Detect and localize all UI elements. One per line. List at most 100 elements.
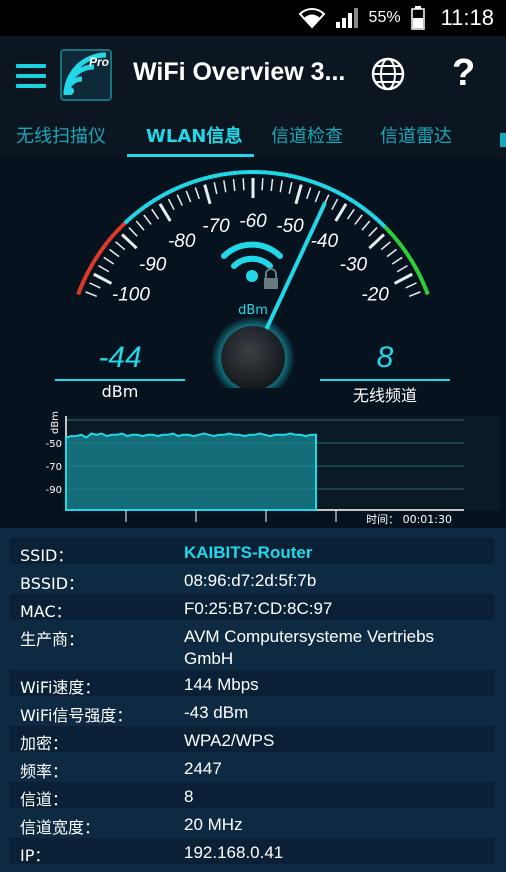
info-label: WiFi信号强度：: [20, 706, 133, 725]
gauge-arc-segment: [316, 181, 323, 188]
info-row-encryption: 加密： WPA2/WPS: [10, 726, 494, 753]
gauge-arc-segment: [143, 202, 150, 209]
wifi-status-icon: [298, 8, 325, 29]
gauge-arc-segment: [119, 221, 127, 229]
gauge-arc-segment: [212, 173, 219, 179]
tab-wlan-info[interactable]: WLAN信息: [146, 122, 242, 148]
tab-channel-check[interactable]: 信道检查: [271, 122, 343, 148]
gauge-tick: [93, 272, 113, 285]
globe-icon[interactable]: [370, 56, 406, 92]
gauge-tick: [380, 241, 391, 251]
gauge-scale-label: -90: [139, 254, 167, 275]
tab-channel-radar[interactable]: 信道雷达: [380, 122, 452, 148]
gauge-tick: [270, 178, 274, 192]
gauge-arc-segment: [399, 244, 406, 252]
info-value: 2447: [184, 759, 222, 778]
menu-icon[interactable]: [16, 64, 46, 88]
gauge-arc-segment: [192, 178, 199, 184]
gauge-arc-segment: [352, 199, 359, 206]
signal-readout-value: -44: [98, 341, 142, 374]
gauge-arc-segment: [364, 208, 372, 215]
info-label: IP：: [20, 846, 51, 865]
signal-readout-unit: dBm: [101, 382, 139, 401]
gauge-arc-segment: [80, 279, 86, 286]
help-icon[interactable]: ?: [452, 52, 475, 95]
gauge-arc-segment: [420, 279, 426, 286]
gauge-arc-segment: [330, 187, 337, 194]
gauge-tick: [405, 282, 417, 289]
gauge-arc-segment: [123, 218, 130, 225]
gauge-arc-segment: [127, 214, 134, 222]
info-row-mac: MAC： F0:25:B7:CD:8C:97: [10, 594, 494, 621]
gauge-arc-segment: [82, 274, 88, 282]
chart-y-tick: -50: [46, 439, 62, 450]
info-label: 信道：: [20, 790, 69, 809]
gauge-arc-segment: [86, 265, 93, 273]
gauge-tick: [408, 291, 421, 297]
gauge-tick: [242, 178, 245, 191]
info-label: WiFi速度：: [20, 678, 101, 697]
gauge-scale-label: -100: [112, 285, 150, 306]
gauge-arc-segment: [418, 274, 424, 282]
gauge-tick: [331, 198, 339, 211]
gauge-tick: [314, 190, 321, 203]
logo-pro-badge: Pro: [89, 55, 109, 69]
info-row-ip: IP： 192.168.0.41: [10, 838, 494, 865]
gauge-arc-segment: [360, 205, 368, 212]
gauge-arc-segment: [91, 257, 98, 264]
gauge-arc-segment: [302, 176, 309, 183]
gauge-tick: [386, 248, 397, 258]
gauge-tick: [135, 220, 145, 231]
tab-wifi-scanner[interactable]: 无线扫描仪: [16, 122, 106, 148]
app-title: WiFi Overview 3...: [133, 58, 346, 86]
gauge-unit-label: dBm: [238, 303, 268, 318]
gauge-arc-segment: [334, 189, 342, 196]
info-label: BSSID：: [20, 574, 85, 593]
gauge-arc-segment: [178, 183, 185, 190]
channel-readout-label: 无线频道: [352, 386, 417, 405]
info-row-signal-strength: WiFi信号强度： -43 dBm: [10, 698, 494, 725]
gauge-arc-segment: [217, 172, 224, 178]
channel-readout-underline: [320, 379, 450, 381]
gauge-tick: [121, 233, 138, 250]
gauge-arc-segment: [287, 173, 294, 179]
gauge-arc-segment: [321, 183, 328, 190]
gauge-arc-segment: [390, 232, 397, 240]
gauge-tick: [89, 282, 101, 289]
info-label: 频率：: [20, 762, 69, 781]
gauge-tick: [98, 264, 110, 273]
gauge-arc-segment: [160, 192, 167, 198]
gauge-tick: [232, 178, 236, 192]
gauge-arc-segment: [402, 248, 409, 256]
gauge-arc-segment: [94, 252, 101, 260]
info-label: 信道宽度：: [20, 818, 101, 837]
info-row-bssid: BSSID： 08:96:d7:2d:5f:7b: [10, 566, 494, 593]
gauge-arc-segment: [169, 187, 176, 194]
more-tabs-indicator[interactable]: [500, 133, 506, 147]
info-value: 20 MHz: [184, 815, 243, 834]
gauge-tick: [213, 182, 218, 195]
gauge-arc-segment: [307, 178, 314, 184]
gauge-tick: [167, 198, 175, 211]
clock: 11:18: [440, 5, 494, 30]
gauge-scale-label: -70: [202, 216, 230, 237]
gauge-scale-label: -80: [168, 231, 196, 252]
gauge-arc-segment: [183, 181, 190, 188]
info-row-channel: 信道： 8: [10, 782, 494, 809]
gauge-arc-segment: [112, 228, 120, 236]
gauge-scale-label: -40: [311, 231, 339, 252]
gauge-arc-segment: [405, 252, 412, 260]
gauge-arc-segment: [84, 270, 91, 277]
info-label: MAC：: [20, 602, 72, 621]
info-value: -43 dBm: [184, 703, 249, 722]
gauge-arc-segment: [339, 192, 346, 198]
cell-signal-icon: [335, 8, 358, 28]
gauge-arc-segment: [408, 257, 415, 264]
gauge-arc-segment: [297, 175, 304, 181]
status-bar: 55% 11:18: [0, 0, 506, 36]
info-label: 生产商：: [20, 630, 85, 649]
info-row-manufacturer: 生产商： AVM Computersysteme Vertriebs GmbH: [10, 622, 494, 670]
gauge-tick: [185, 190, 192, 203]
gauge-tick: [396, 264, 408, 273]
gauge-tick: [158, 203, 172, 222]
